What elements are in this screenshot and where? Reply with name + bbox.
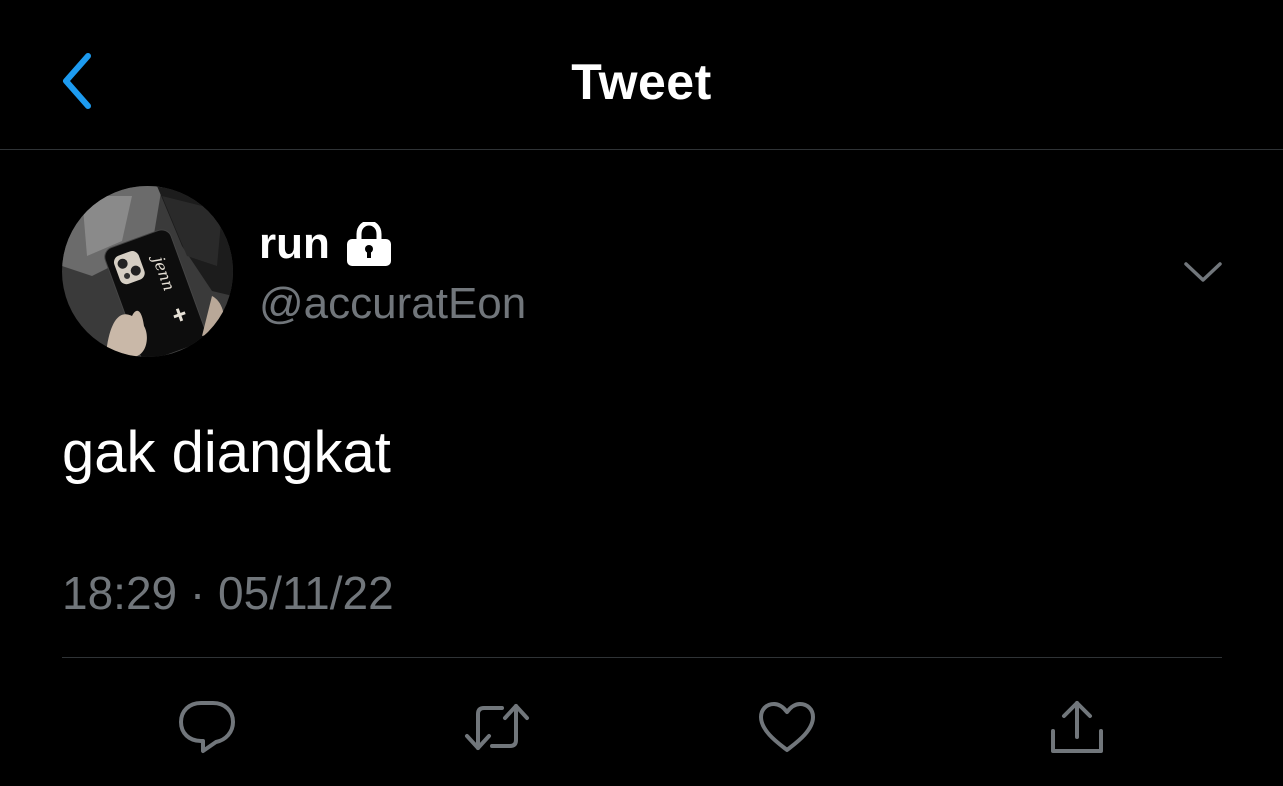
divider <box>62 657 1222 658</box>
tweet-date[interactable]: 05/11/22 <box>218 567 394 619</box>
share-upload-icon <box>1051 701 1103 753</box>
chevron-down-icon <box>1184 262 1222 282</box>
share-button[interactable] <box>1044 694 1110 760</box>
author-name-row[interactable]: run <box>259 216 392 272</box>
top-bar: Tweet <box>0 0 1283 150</box>
retweet-button[interactable] <box>464 694 530 760</box>
reply-button[interactable] <box>174 694 240 760</box>
retweet-arrows-icon <box>465 704 529 750</box>
lock-icon <box>346 222 392 266</box>
tweet-timestamp: 18:29 · 05/11/22 <box>62 565 394 621</box>
author-handle[interactable]: @accuratEon <box>259 277 526 331</box>
tweet-time[interactable]: 18:29 <box>62 567 177 619</box>
more-options-button[interactable] <box>1180 252 1226 292</box>
avatar[interactable]: jenn <box>62 186 233 357</box>
timestamp-separator: · <box>189 567 206 619</box>
heart-icon <box>759 702 815 752</box>
tweet-text: gak diangkat <box>62 420 391 485</box>
speech-bubble-icon <box>179 701 235 753</box>
display-name: run <box>259 219 330 268</box>
avatar-image: jenn <box>62 186 233 357</box>
like-button[interactable] <box>754 694 820 760</box>
page-title: Tweet <box>571 54 712 110</box>
